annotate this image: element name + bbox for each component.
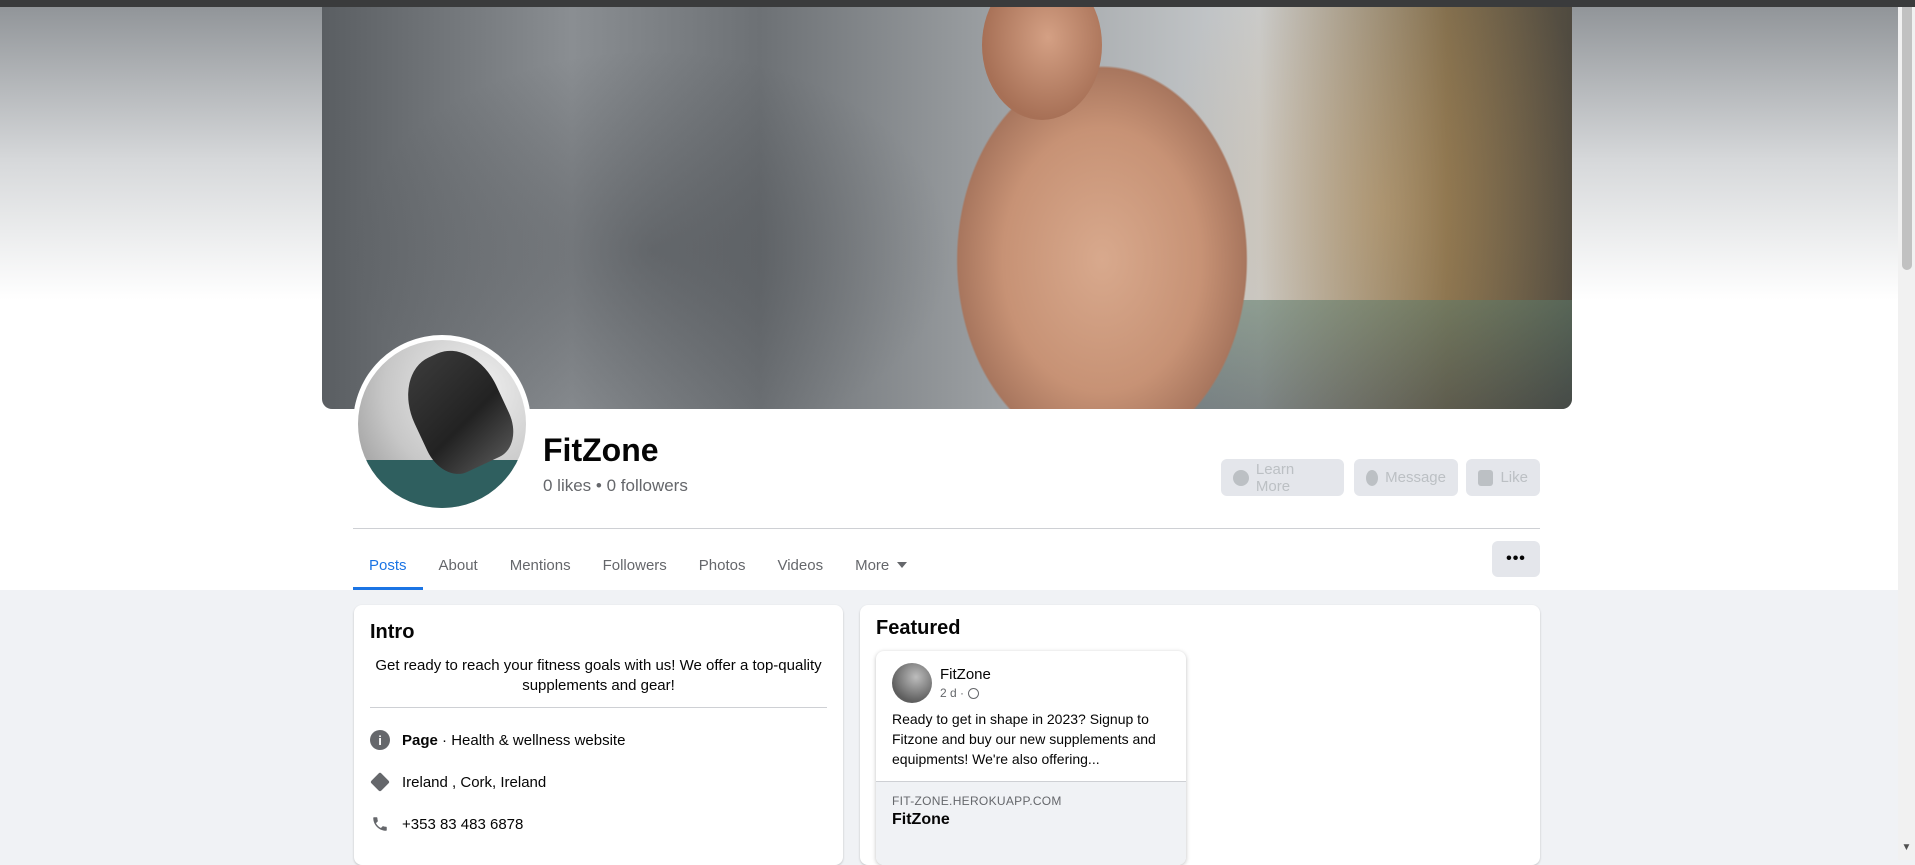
more-options-button[interactable]: ••• (1492, 541, 1540, 577)
directions-icon (370, 772, 390, 792)
intro-category-row: i Page · Health & wellness website (370, 730, 625, 750)
intro-location-row: Ireland , Cork, Ireland (370, 772, 546, 792)
category-bold: Page (402, 731, 438, 749)
intro-phone-row: +353 83 483 6878 (370, 814, 523, 834)
page-title: FitZone (543, 432, 659, 468)
message-button[interactable]: Message (1354, 459, 1458, 496)
tab-posts[interactable]: Posts (353, 540, 423, 590)
featured-post[interactable]: FitZone 2 d · Ready to get in shape in 2… (876, 651, 1186, 865)
category-label: Page · Health & wellness website (402, 732, 625, 749)
category-text: · Health & wellness website (437, 731, 626, 749)
scroll-down-arrow-icon[interactable]: ▼ (1900, 842, 1913, 856)
page-stats: 0 likes • 0 followers (543, 476, 688, 495)
messenger-icon (1366, 469, 1379, 486)
scrollbar-thumb[interactable] (1902, 0, 1912, 270)
tab-more[interactable]: More (839, 540, 923, 590)
cover-photo[interactable] (322, 0, 1572, 409)
intro-divider (370, 707, 827, 708)
post-meta: 2 d · (940, 686, 980, 700)
tab-about[interactable]: About (423, 540, 494, 590)
post-text: Ready to get in shape in 2023? Signup to… (892, 711, 1156, 767)
phone-icon (370, 814, 390, 834)
tab-mentions[interactable]: Mentions (494, 540, 587, 590)
location-text: Ireland , Cork, Ireland (402, 773, 547, 791)
featured-card: Featured FitZone 2 d · Ready to get in s… (860, 605, 1540, 865)
learn-more-button[interactable]: Learn More (1221, 459, 1344, 496)
info-icon: i (370, 730, 390, 750)
globe-icon (968, 687, 980, 699)
like-button[interactable]: Like (1466, 459, 1540, 496)
link-domain: FIT-ZONE.HEROKUAPP.COM (892, 794, 1062, 808)
intro-bio: Get ready to reach your fitness goals wi… (375, 657, 822, 694)
featured-title: Featured (876, 617, 961, 639)
post-author[interactable]: FitZone (940, 666, 991, 683)
like-label: Like (1500, 469, 1528, 486)
tab-more-label: More (855, 556, 890, 574)
link-title: FitZone (892, 811, 950, 828)
post-link-preview[interactable]: FIT-ZONE.HEROKUAPP.COM FitZone (876, 781, 1186, 865)
info-icon (1233, 469, 1249, 486)
intro-title: Intro (370, 621, 415, 643)
thumbs-up-icon (1478, 469, 1494, 486)
post-avatar[interactable] (892, 663, 932, 703)
intro-card: Intro Get ready to reach your fitness go… (354, 605, 843, 865)
tab-videos[interactable]: Videos (761, 540, 839, 590)
learn-more-label: Learn More (1255, 460, 1295, 495)
post-time[interactable]: 2 d · (940, 686, 964, 700)
chevron-down-icon (897, 562, 908, 568)
tab-followers[interactable]: Followers (587, 540, 683, 590)
header-divider (353, 528, 1540, 529)
phone-text[interactable]: +353 83 483 6878 (402, 816, 523, 833)
tab-photos[interactable]: Photos (683, 540, 762, 590)
cover-person (917, 20, 1287, 409)
top-bar (0, 0, 1915, 7)
message-label: Message (1385, 469, 1446, 486)
page-tabs: Posts About Mentions Followers Photos Vi… (353, 540, 923, 590)
profile-picture[interactable] (358, 340, 526, 508)
